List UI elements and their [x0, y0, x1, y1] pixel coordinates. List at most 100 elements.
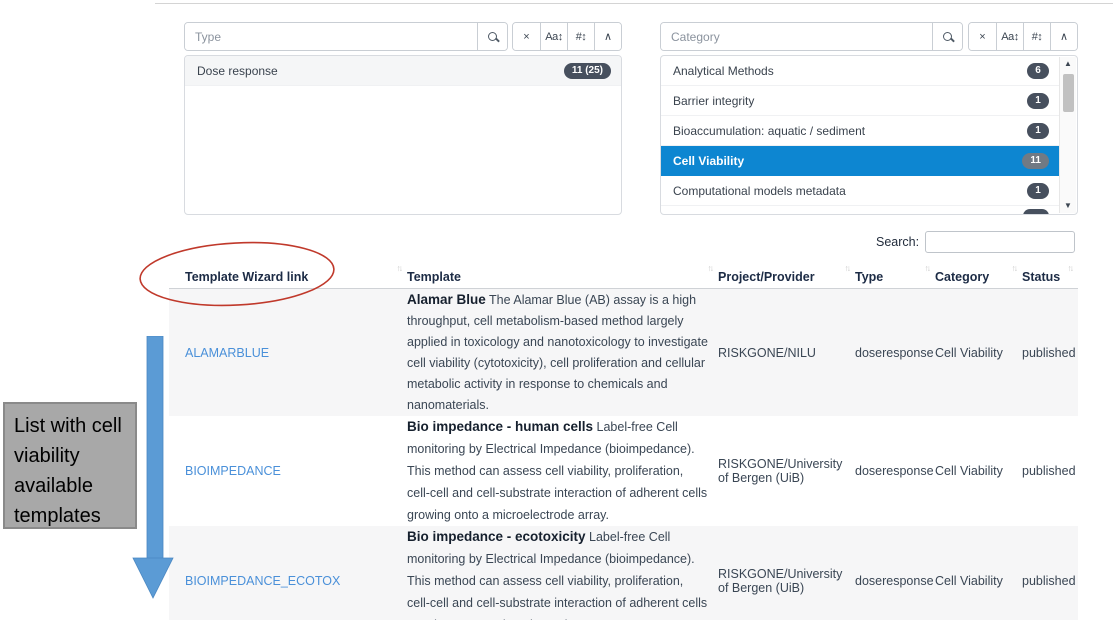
- category-filter-panel: × Aa↕ #↕ ∧ Analytical Methods 6 Barrier …: [660, 22, 1078, 51]
- category-cell: Cell Viability: [935, 346, 1022, 360]
- category-sort-alpha-button[interactable]: Aa↕: [996, 23, 1023, 50]
- table-row: BIOIMPEDANCE Bio impedance - human cells…: [169, 416, 1078, 526]
- category-filter-input[interactable]: [661, 23, 932, 50]
- table-row: ALAMARBLUE Alamar Blue The Alamar Blue (…: [169, 289, 1078, 416]
- table-row: BIOIMPEDANCE_ECOTOX Bio impedance - ecot…: [169, 526, 1078, 620]
- type-filter-input[interactable]: [185, 23, 477, 50]
- facet-label: Bioaccumulation: aquatic / sediment: [673, 124, 1027, 138]
- template-description: Label-free Cell monitoring by Electrical…: [407, 420, 707, 522]
- template-name: Bio impedance - human cells: [407, 419, 593, 434]
- type-search-button[interactable]: [477, 23, 507, 50]
- category-scrollbar[interactable]: ▲ ▼: [1059, 57, 1076, 213]
- facet-item-analytical-methods[interactable]: Analytical Methods 6: [661, 56, 1059, 86]
- scroll-down-icon[interactable]: ▼: [1060, 199, 1076, 213]
- facet-label: Barrier integrity: [673, 94, 1027, 108]
- sort-icon[interactable]: ↑↓: [708, 263, 713, 273]
- templates-table: Template Wizard link ↑↓ Template ↑↓ Proj…: [169, 262, 1078, 620]
- column-label: Project/Provider: [718, 270, 815, 284]
- category-filter-searchbox: [660, 22, 963, 51]
- category-cell: Cell Viability: [935, 464, 1022, 478]
- project-provider-cell: RISKGONE/University of Bergen (UiB): [718, 457, 855, 485]
- facet-item-cell-viability[interactable]: Cell Viability 11: [661, 146, 1059, 176]
- count-badge: 11 (25): [564, 63, 611, 79]
- table-search: Search:: [876, 231, 1075, 253]
- sort-alpha-icon: Aa↕: [545, 31, 562, 43]
- sort-icon[interactable]: ↑↓: [1068, 263, 1073, 273]
- type-cell: doseresponse: [855, 464, 935, 478]
- facet-label: Computational models metadata: [673, 184, 1027, 198]
- template-wizard-link[interactable]: ALAMARBLUE: [185, 346, 269, 360]
- callout-note: List with cell viability available templ…: [3, 402, 137, 529]
- sort-icon[interactable]: ↑↓: [1012, 263, 1017, 273]
- type-sort-count-button[interactable]: #↕: [567, 23, 594, 50]
- sort-icon[interactable]: ↑↓: [845, 263, 850, 273]
- count-badge: [1023, 209, 1049, 215]
- search-icon: [943, 32, 952, 41]
- type-filter-panel: × Aa↕ #↕ ∧ Dose response 11 (25): [184, 22, 622, 51]
- template-wizard-link[interactable]: BIOIMPEDANCE_ECOTOX: [185, 574, 340, 588]
- category-cell: Cell Viability: [935, 574, 1022, 588]
- category-filter-buttons: × Aa↕ #↕ ∧: [968, 22, 1078, 51]
- column-header-project-provider[interactable]: Project/Provider ↑↓: [718, 262, 855, 288]
- project-provider-cell: RISKGONE/NILU: [718, 346, 855, 360]
- chevron-up-icon: ∧: [604, 30, 612, 43]
- status-cell: published: [1022, 464, 1078, 478]
- type-collapse-button[interactable]: ∧: [594, 23, 621, 50]
- status-cell: published: [1022, 346, 1078, 360]
- facet-item-bioaccumulation[interactable]: Bioaccumulation: aquatic / sediment 1: [661, 116, 1059, 146]
- column-header-type[interactable]: Type ↑↓: [855, 262, 935, 288]
- chevron-up-icon: ∧: [1060, 30, 1068, 43]
- template-description: The Alamar Blue (AB) assay is a high thr…: [407, 293, 708, 412]
- count-badge: 1: [1027, 93, 1049, 109]
- facet-label: Analytical Methods: [673, 64, 1027, 78]
- sort-icon[interactable]: ↑↓: [397, 263, 402, 273]
- type-filter-buttons: × Aa↕ #↕ ∧: [512, 22, 622, 51]
- column-header-category[interactable]: Category ↑↓: [935, 262, 1022, 288]
- facet-item-dose-response[interactable]: Dose response 11 (25): [185, 56, 621, 86]
- table-search-input[interactable]: [925, 231, 1075, 253]
- category-clear-button[interactable]: ×: [969, 23, 996, 50]
- type-cell: doseresponse: [855, 574, 935, 588]
- scrollbar-thumb[interactable]: [1063, 74, 1074, 112]
- category-sort-count-button[interactable]: #↕: [1023, 23, 1050, 50]
- search-label: Search:: [876, 235, 919, 249]
- table-header-row: Template Wizard link ↑↓ Template ↑↓ Proj…: [169, 262, 1078, 289]
- sort-icon[interactable]: ↑↓: [925, 263, 930, 273]
- count-badge: 11: [1022, 153, 1049, 169]
- search-icon: [488, 32, 497, 41]
- project-provider-cell: RISKGONE/University of Bergen (UiB): [718, 567, 855, 595]
- facet-label: Dose response: [197, 64, 564, 78]
- sort-alpha-icon: Aa↕: [1001, 31, 1018, 43]
- column-header-template-wizard-link[interactable]: Template Wizard link ↑↓: [169, 262, 407, 288]
- facet-item-barrier-integrity[interactable]: Barrier integrity 1: [661, 86, 1059, 116]
- sort-count-icon: #↕: [576, 31, 587, 43]
- column-label: Status: [1022, 270, 1060, 284]
- count-badge: 1: [1027, 123, 1049, 139]
- column-label: Type: [855, 270, 883, 284]
- type-cell: doseresponse: [855, 346, 935, 360]
- type-clear-button[interactable]: ×: [513, 23, 540, 50]
- template-name: Bio impedance - ecotoxicity: [407, 529, 586, 544]
- top-divider: [155, 3, 1113, 4]
- count-badge: 1: [1027, 183, 1049, 199]
- column-header-status[interactable]: Status ↑↓: [1022, 262, 1078, 288]
- template-browser-page: × Aa↕ #↕ ∧ Dose response 11 (25) ×: [0, 0, 1113, 620]
- column-label: Template: [407, 270, 461, 284]
- category-collapse-button[interactable]: ∧: [1050, 23, 1077, 50]
- close-icon: ×: [523, 31, 529, 43]
- column-label: Template Wizard link: [185, 270, 308, 284]
- facet-item-clipped[interactable]: [661, 206, 1059, 215]
- scroll-up-icon[interactable]: ▲: [1060, 57, 1076, 71]
- template-name: Alamar Blue: [407, 292, 486, 307]
- type-filter-searchbox: [184, 22, 508, 51]
- type-sort-alpha-button[interactable]: Aa↕: [540, 23, 567, 50]
- template-wizard-link[interactable]: BIOIMPEDANCE: [185, 464, 281, 478]
- category-facet-list: Analytical Methods 6 Barrier integrity 1…: [660, 55, 1078, 215]
- sort-count-icon: #↕: [1032, 31, 1043, 43]
- column-header-template[interactable]: Template ↑↓: [407, 262, 718, 288]
- close-icon: ×: [979, 31, 985, 43]
- status-cell: published: [1022, 574, 1078, 588]
- facet-item-computational-models[interactable]: Computational models metadata 1: [661, 176, 1059, 206]
- category-search-button[interactable]: [932, 23, 962, 50]
- facet-label: Cell Viability: [673, 154, 1022, 168]
